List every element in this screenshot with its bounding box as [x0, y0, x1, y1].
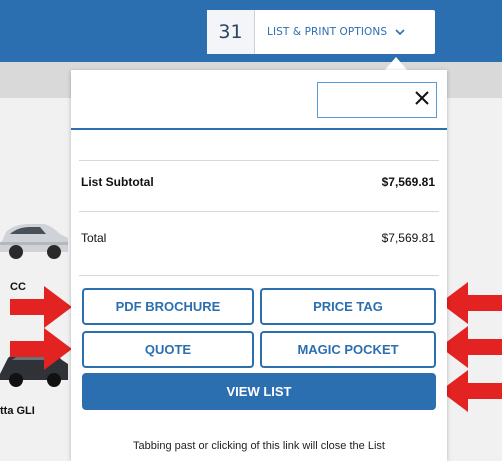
chevron-down-icon	[395, 25, 405, 39]
car-image	[0, 224, 68, 259]
total-label: Total	[81, 231, 107, 245]
car-label: tta GLI	[0, 405, 35, 417]
close-icon	[414, 90, 430, 111]
list-print-options-label: LIST & PRINT OPTIONS	[267, 26, 388, 38]
top-bar: 31 LIST & PRINT OPTIONS	[0, 0, 502, 62]
view-list-button[interactable]: VIEW LIST	[82, 373, 436, 410]
divider	[79, 211, 439, 212]
list-print-options-button[interactable]: 31 LIST & PRINT OPTIONS	[207, 10, 435, 54]
arrow-right-icon	[10, 328, 72, 370]
magic-pocket-button[interactable]: MAGIC POCKET	[260, 331, 436, 368]
panel-header	[71, 70, 447, 130]
arrow-left-icon	[440, 282, 502, 324]
arrow-left-icon	[440, 326, 502, 368]
close-button[interactable]	[317, 82, 437, 118]
list-subtotal-value: $7,569.81	[381, 175, 435, 189]
divider	[79, 275, 439, 276]
close-list-note: Tabbing past or clicking of this link wi…	[133, 440, 385, 452]
arrow-left-icon	[440, 370, 502, 412]
list-options-panel: List Subtotal $7,569.81 Total $7,569.81 …	[71, 70, 447, 461]
dropdown-caret	[384, 57, 408, 71]
total-value: $7,569.81	[381, 231, 435, 245]
divider	[79, 160, 439, 161]
panel-header-divider	[71, 128, 447, 130]
list-count-badge: 31	[207, 10, 255, 54]
arrow-right-icon	[10, 286, 72, 328]
pdf-brochure-button[interactable]: PDF BROCHURE	[82, 288, 254, 325]
quote-button[interactable]: QUOTE	[82, 331, 254, 368]
list-subtotal-label: List Subtotal	[81, 175, 154, 189]
price-tag-button[interactable]: PRICE TAG	[260, 288, 436, 325]
